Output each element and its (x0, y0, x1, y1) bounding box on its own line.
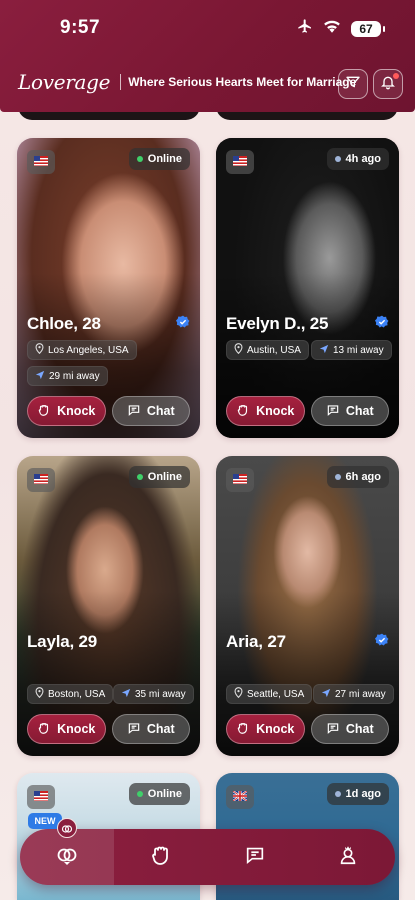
location-pill: Seattle, USA (226, 684, 313, 704)
rings-heart-icon (55, 843, 79, 872)
location-pill: Los Angeles, USA (27, 340, 137, 360)
chat-button[interactable]: Chat (111, 714, 190, 744)
filter-icon (345, 74, 361, 95)
profile-name: Layla, 29 (27, 632, 98, 651)
distance-pill: 35 mi away (113, 684, 194, 704)
activity-status: 4h ago (326, 148, 389, 170)
us-flag-icon (34, 788, 48, 806)
location-pin-icon (234, 687, 243, 701)
navigation-arrow-icon (319, 344, 329, 357)
status-dot (334, 474, 341, 480)
status-dot (136, 474, 143, 480)
chat-button[interactable]: Chat (310, 714, 389, 744)
us-flag-icon (233, 471, 247, 489)
location-pin-icon (35, 687, 44, 701)
status-dot (334, 791, 341, 797)
status-dot (136, 791, 143, 797)
profile-name: Aria, 27 (226, 632, 286, 651)
app-tagline: Where Serious Hearts Meet for Marriage (128, 75, 357, 89)
distance-pill: 27 mi away (313, 684, 394, 704)
activity-status: Online (128, 466, 190, 488)
filter-button[interactable] (338, 69, 368, 99)
airplane-icon (297, 18, 313, 39)
us-flag-icon (34, 153, 48, 171)
knock-button[interactable]: Knock (226, 396, 305, 426)
status-bar: 9:57 67 (0, 0, 415, 56)
notification-dot (393, 73, 399, 79)
us-flag-icon (233, 153, 247, 171)
nav-tab-profile[interactable] (301, 829, 395, 885)
nav-tab-chats[interactable] (208, 829, 302, 885)
chat-button[interactable]: Chat (310, 396, 389, 426)
knock-hand-icon (236, 721, 250, 738)
verified-badge-icon (375, 315, 389, 334)
location-pin-icon (35, 343, 44, 357)
status-time: 9:57 (60, 17, 101, 38)
verified-badge-icon (176, 315, 190, 334)
profile-card[interactable]: 4h ago Evelyn D., 25 Austin, USA 13 mi a… (216, 138, 399, 438)
knock-button[interactable]: Knock (27, 714, 106, 744)
profile-photo (17, 138, 200, 438)
navigation-arrow-icon (321, 688, 331, 701)
navigation-arrow-icon (35, 370, 45, 383)
distance-pill: 29 mi away (27, 366, 108, 386)
profile-card[interactable]: 6h ago Aria, 27 Seattle, USA 27 mi away … (216, 456, 399, 756)
profile-photo (216, 138, 399, 438)
profile-card[interactable]: Online Layla, 29 Boston, USA 35 mi away … (17, 456, 200, 756)
country-flag (27, 785, 55, 809)
app-header: 9:57 67 Loverage Where Serious Hearts Me… (0, 0, 415, 112)
chat-bubble-icon (326, 721, 340, 738)
status-icons: 67 (297, 18, 385, 39)
knock-hand-icon (37, 403, 51, 420)
navigation-arrow-icon (121, 688, 131, 701)
chat-bubble-icon (326, 403, 340, 420)
verified-badge-icon (375, 633, 389, 652)
us-flag-icon (34, 471, 48, 489)
rings-badge-icon (57, 818, 77, 838)
status-dot (136, 156, 143, 162)
profile-card[interactable]: Online Chloe, 28 Los Angeles, USA 29 mi … (17, 138, 200, 438)
activity-status: Online (128, 783, 190, 805)
activity-status: 1d ago (326, 783, 389, 805)
knock-button[interactable]: Knock (226, 714, 305, 744)
country-flag (226, 468, 254, 492)
notifications-button[interactable] (373, 69, 403, 99)
knock-hand-icon (37, 721, 51, 738)
profile-photo (216, 456, 399, 756)
knock-hand-icon (149, 843, 173, 872)
activity-status: Online (128, 148, 190, 170)
wifi-icon (323, 19, 341, 38)
distance-pill: 13 mi away (311, 340, 392, 360)
location-pin-icon (234, 343, 243, 357)
uk-flag-icon (232, 788, 248, 806)
chat-button[interactable]: Chat (111, 396, 190, 426)
profile-name: Evelyn D., 25 (226, 314, 329, 333)
app-logo: Loverage (18, 70, 111, 94)
activity-status: 6h ago (326, 466, 389, 488)
location-pill: Austin, USA (226, 340, 309, 360)
country-flag (226, 150, 254, 174)
status-dot (334, 156, 341, 162)
country-flag (27, 150, 55, 174)
location-pill: Boston, USA (27, 684, 114, 704)
brand-row: Loverage Where Serious Hearts Meet for M… (18, 70, 356, 94)
chat-bubble-icon (244, 844, 266, 871)
battery-indicator: 67 (351, 20, 385, 37)
chat-bubble-icon (127, 403, 141, 420)
profile-photo (17, 456, 200, 756)
bottom-navigation (20, 829, 395, 885)
knock-button[interactable]: Knock (27, 396, 106, 426)
country-flag (226, 785, 254, 809)
profile-icon (337, 844, 359, 871)
profile-name: Chloe, 28 (27, 314, 101, 333)
country-flag (27, 468, 55, 492)
nav-tab-knocks[interactable] (114, 829, 208, 885)
header-divider (120, 74, 122, 90)
knock-hand-icon (236, 403, 250, 420)
chat-bubble-icon (127, 721, 141, 738)
